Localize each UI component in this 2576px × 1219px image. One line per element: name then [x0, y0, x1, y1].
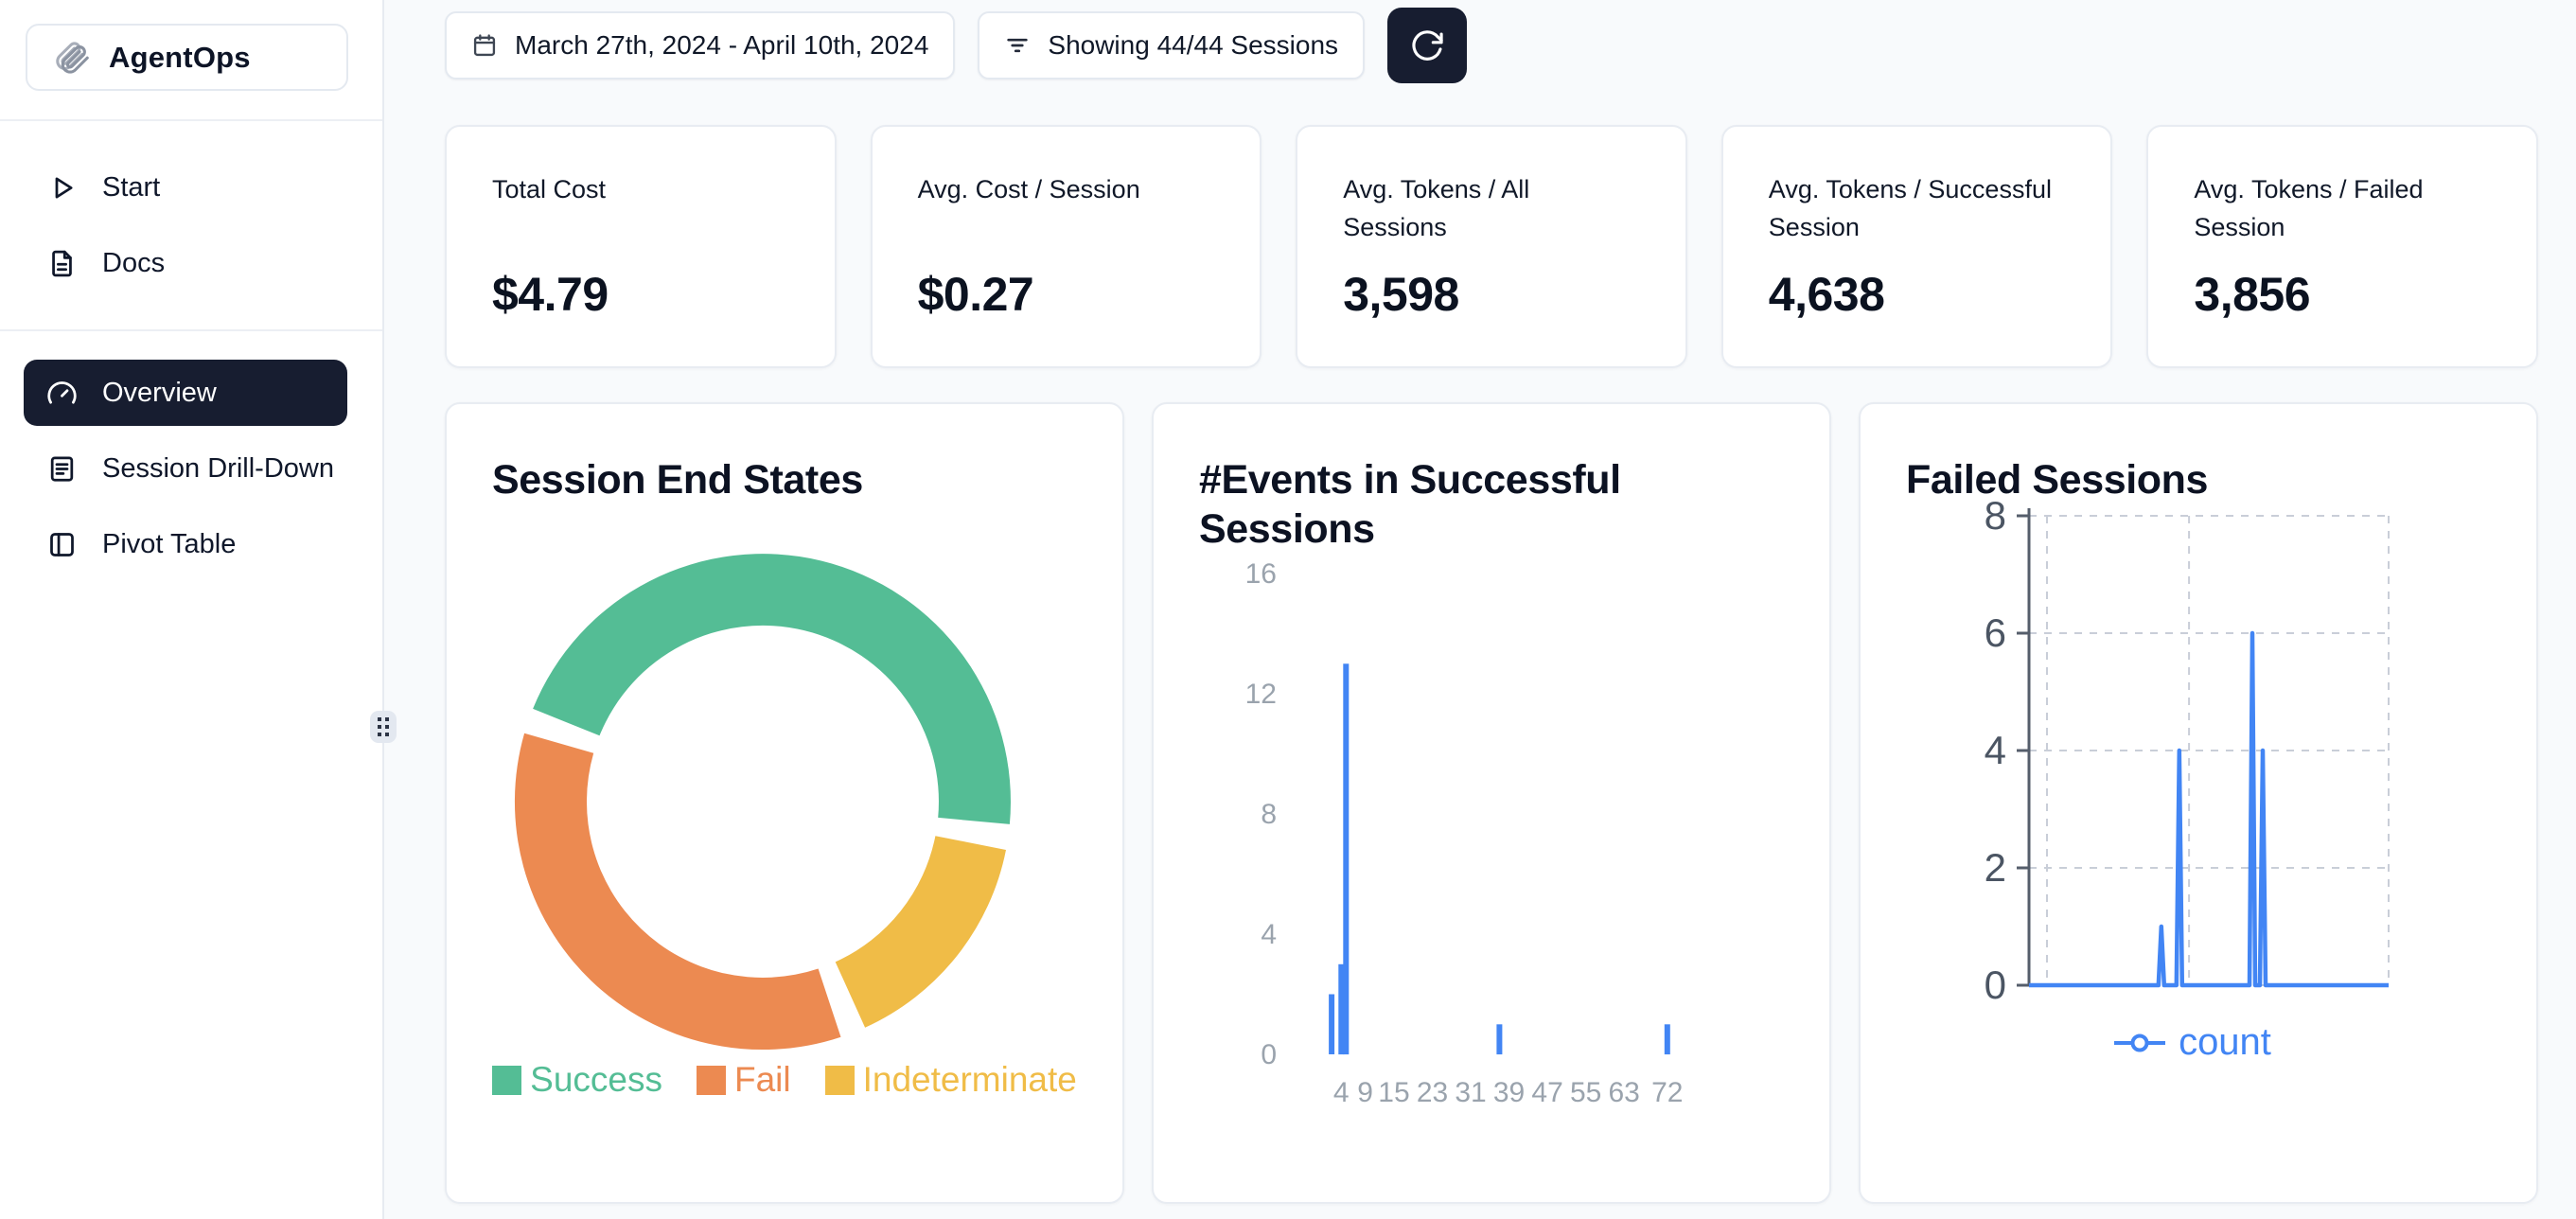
stat-card-avg-cost: Avg. Cost / Session $0.27 — [871, 125, 1262, 368]
refresh-icon — [1409, 27, 1445, 63]
docs-icon — [46, 248, 78, 279]
svg-text:12: 12 — [1245, 679, 1277, 710]
stat-label: Avg. Cost / Session — [918, 170, 1215, 246]
svg-text:31: 31 — [1455, 1077, 1486, 1108]
legend-label: Indeterminate — [863, 1060, 1077, 1100]
logo-text: AgentOps — [109, 41, 251, 75]
stat-label: Avg. Tokens / Successful Session — [1769, 170, 2066, 246]
svg-text:2: 2 — [1985, 845, 2006, 890]
svg-text:8: 8 — [1261, 799, 1277, 830]
svg-text:8: 8 — [1985, 493, 2006, 538]
events-histogram-card: #Events in Successful Sessions 048121649… — [1152, 402, 1831, 1204]
stat-value: 4,638 — [1769, 267, 2066, 322]
main-content: March 27th, 2024 - April 10th, 2024 Show… — [384, 0, 2576, 1219]
svg-text:0: 0 — [1985, 963, 2006, 1007]
pivot-icon — [46, 529, 78, 560]
svg-text:47: 47 — [1531, 1077, 1562, 1108]
legend-swatch — [697, 1066, 726, 1095]
stat-card-total-cost: Total Cost $4.79 — [445, 125, 837, 368]
events-bar-chart: 0481216491523313947556372 — [1154, 404, 1831, 1204]
sidebar-item-label: Docs — [102, 248, 165, 279]
svg-text:72: 72 — [1651, 1077, 1683, 1108]
svg-text:4: 4 — [1261, 919, 1277, 950]
calendar-icon — [471, 32, 498, 59]
sidebar-item-session-drill-down[interactable]: Session Drill-Down — [24, 431, 359, 506]
failed-sessions-card: Failed Sessions 02468 count — [1859, 402, 2538, 1204]
sidebar-divider — [0, 329, 382, 331]
sidebar: AgentOps Start Docs Overview — [0, 0, 384, 1219]
session-filter-button[interactable]: Showing 44/44 Sessions — [978, 11, 1365, 80]
legend-swatch — [825, 1066, 855, 1095]
topbar: March 27th, 2024 - April 10th, 2024 Show… — [445, 8, 2538, 83]
filter-icon — [1004, 32, 1031, 59]
count-legend-label: count — [2179, 1021, 2271, 1064]
svg-text:4: 4 — [1333, 1077, 1350, 1108]
svg-text:9: 9 — [1357, 1077, 1373, 1108]
sidebar-item-label: Session Drill-Down — [102, 453, 334, 485]
failed-sessions-line-chart: 0 2 4 6 8 — [1861, 404, 2538, 1204]
stat-label: Avg. Tokens / All Sessions — [1343, 170, 1640, 246]
logo[interactable]: AgentOps — [26, 24, 348, 91]
legend-label: Fail — [734, 1060, 791, 1100]
svg-text:0: 0 — [1261, 1039, 1277, 1070]
legend-item-fail: Fail — [697, 1060, 791, 1100]
refresh-button[interactable] — [1387, 8, 1467, 83]
svg-text:55: 55 — [1570, 1077, 1601, 1108]
line-series-marker-icon — [2112, 1031, 2167, 1055]
agentops-logo-icon — [50, 37, 92, 79]
sidebar-nav-secondary: Overview Session Drill-Down Pivot Table — [0, 360, 382, 582]
stat-card-avg-tokens-failed: Avg. Tokens / Failed Session 3,856 — [2146, 125, 2538, 368]
stat-label: Avg. Tokens / Failed Session — [2194, 170, 2491, 246]
svg-text:39: 39 — [1493, 1077, 1525, 1108]
sidebar-item-pivot-table[interactable]: Pivot Table — [24, 506, 359, 582]
charts-row: Session End States Success Fail Indetermin… — [445, 402, 2538, 1204]
svg-text:16: 16 — [1245, 558, 1277, 590]
session-end-states-card: Session End States Success Fail Indetermin… — [445, 402, 1124, 1204]
legend-swatch — [492, 1066, 521, 1095]
stat-value: 3,856 — [2194, 267, 2491, 322]
sidebar-item-docs[interactable]: Docs — [24, 225, 359, 301]
sidebar-divider — [0, 119, 382, 121]
count-legend: count — [1917, 1021, 2466, 1064]
stat-value: $4.79 — [492, 267, 789, 322]
sidebar-item-start[interactable]: Start — [24, 150, 359, 225]
sidebar-item-label: Start — [102, 172, 160, 203]
legend-label: Success — [530, 1060, 662, 1100]
date-range-button[interactable]: March 27th, 2024 - April 10th, 2024 — [445, 11, 955, 80]
svg-text:23: 23 — [1417, 1077, 1448, 1108]
date-range-label: March 27th, 2024 - April 10th, 2024 — [515, 30, 928, 61]
legend-item-indeterminate: Indeterminate — [825, 1060, 1077, 1100]
sidebar-item-label: Overview — [102, 378, 217, 409]
session-list-icon — [46, 453, 78, 485]
svg-text:63: 63 — [1608, 1077, 1639, 1108]
sidebar-item-overview[interactable]: Overview — [24, 360, 347, 426]
chart-title: Session End States — [492, 455, 1060, 504]
legend-item-success: Success — [492, 1060, 662, 1100]
gauge-icon — [46, 378, 78, 409]
sidebar-resize-handle[interactable] — [370, 711, 397, 743]
stat-card-avg-tokens-successful: Avg. Tokens / Successful Session 4,638 — [1721, 125, 2113, 368]
play-icon — [46, 172, 78, 203]
stat-value: 3,598 — [1343, 267, 1640, 322]
stat-label: Total Cost — [492, 170, 789, 246]
stat-card-avg-tokens-all: Avg. Tokens / All Sessions 3,598 — [1296, 125, 1687, 368]
sidebar-item-label: Pivot Table — [102, 529, 236, 560]
svg-text:4: 4 — [1985, 728, 2006, 772]
donut-legend: Success Fail Indeterminate — [447, 1060, 1122, 1100]
session-filter-label: Showing 44/44 Sessions — [1048, 30, 1338, 61]
svg-text:15: 15 — [1378, 1077, 1409, 1108]
stats-row: Total Cost $4.79 Avg. Cost / Session $0.… — [445, 125, 2538, 368]
sidebar-nav-primary: Start Docs — [0, 150, 382, 301]
stat-value: $0.27 — [918, 267, 1215, 322]
session-end-states-donut-chart — [507, 546, 1018, 1057]
svg-text:6: 6 — [1985, 610, 2006, 655]
grip-dots-icon — [377, 716, 390, 737]
